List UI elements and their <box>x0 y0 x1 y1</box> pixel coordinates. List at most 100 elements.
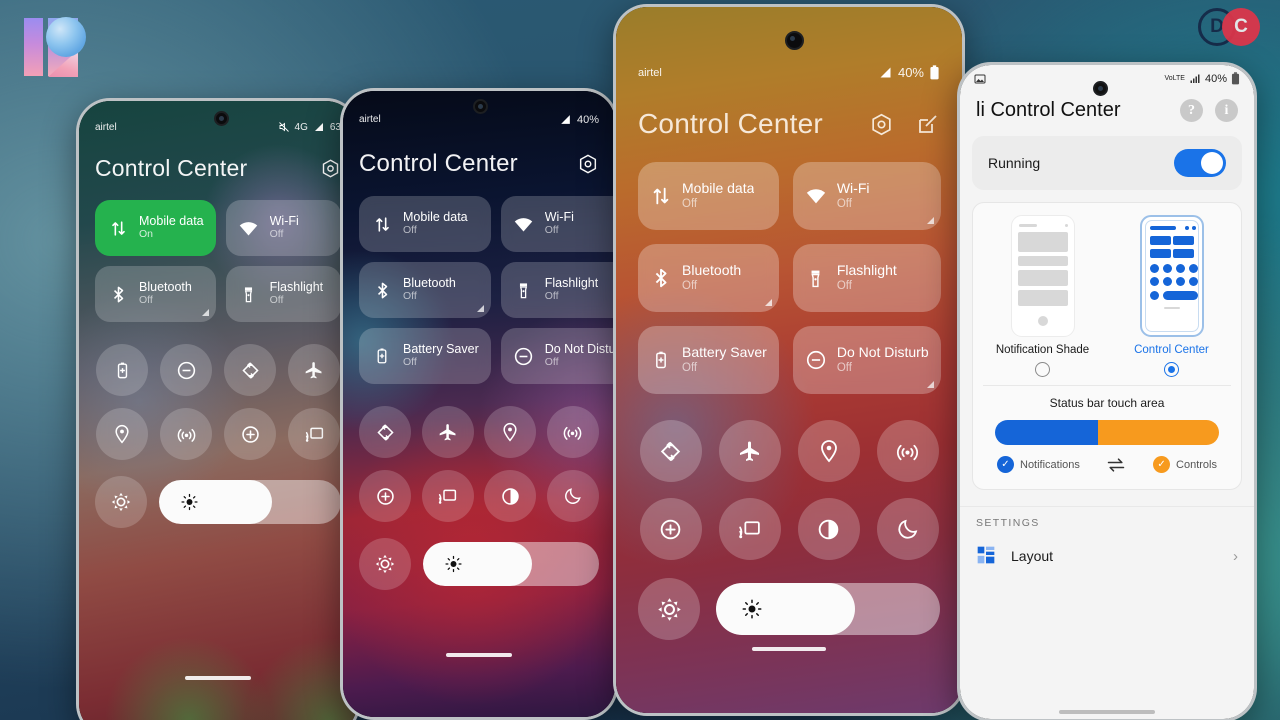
tile-flashlight[interactable]: Flashlight Off <box>225 266 341 322</box>
notifications-portion[interactable] <box>995 420 1099 445</box>
quick-tiles-grid: Mobile data On Wi-Fi Off Bluetooth Off F… <box>95 200 341 322</box>
circle-auto-rotate[interactable] <box>359 406 412 458</box>
tile-bluetooth[interactable]: Bluetooth Off <box>638 244 779 312</box>
tile-do-not-disturb[interactable]: Do Not Disturb Off <box>500 328 615 384</box>
circle-auto-rotate[interactable] <box>224 344 276 396</box>
brightness-slider[interactable] <box>716 583 940 635</box>
camera-punchhole <box>785 31 804 50</box>
circle-night-mode[interactable] <box>546 470 599 522</box>
brightness-fill <box>159 480 272 524</box>
tile-expand-corner[interactable] <box>201 309 209 316</box>
tile-wifi[interactable]: Wi-Fi Off <box>500 196 615 252</box>
settings-row-layout[interactable]: Layout › <box>960 535 1254 577</box>
mode-radio-control-center[interactable] <box>1164 362 1179 377</box>
carrier-label: airtel <box>359 114 381 125</box>
legend-label: Controls <box>1176 458 1217 471</box>
mode-grid: Notification Shade Control Center <box>983 215 1231 377</box>
phone-dark-screen: airtel 40% Control Center Mobile data Of… <box>343 91 615 717</box>
status-right: 40% <box>878 65 940 80</box>
mode-radio-notification-shade[interactable] <box>1035 362 1050 377</box>
mode-notification-shade[interactable]: Notification Shade <box>983 215 1102 377</box>
circle-screen-record[interactable] <box>359 470 412 522</box>
tile-state: Off <box>403 290 417 303</box>
circle-toggles-row-1 <box>359 406 599 458</box>
tile-mobile-data[interactable]: Mobile data Off <box>359 196 491 252</box>
touch-area-bar[interactable] <box>995 420 1219 445</box>
tile-flashlight[interactable]: Flashlight Off <box>500 262 615 318</box>
circle-toggles-row-2 <box>95 408 341 460</box>
circle-auto-rotate[interactable] <box>639 420 702 482</box>
circle-airplane[interactable] <box>718 420 781 482</box>
tile-label: Mobile data <box>139 213 204 228</box>
header-icons <box>320 158 341 179</box>
tile-battery-saver[interactable]: Battery Saver Off <box>638 326 779 394</box>
brightness-icon <box>742 599 762 619</box>
tile-mobile-data[interactable]: Mobile data On <box>95 200 216 256</box>
circle-battery-saver[interactable] <box>96 344 148 396</box>
control-center-dark: airtel 40% Control Center Mobile data Of… <box>343 91 615 717</box>
tile-flashlight[interactable]: Flashlight Off <box>792 244 941 312</box>
edit-icon[interactable] <box>916 112 940 136</box>
status-bar-touch-area-section: Status bar touch area ✓ Notifications ✓ … <box>983 385 1231 485</box>
header-icons <box>577 153 599 175</box>
circle-cast[interactable] <box>718 498 781 560</box>
brightness-settings-button[interactable] <box>95 476 147 528</box>
circle-location[interactable] <box>797 420 860 482</box>
control-center-header: Control Center <box>95 155 341 182</box>
control-center-header: Control Center <box>638 108 940 140</box>
tile-expand-corner[interactable] <box>926 217 934 224</box>
tile-wifi[interactable]: Wi-Fi Off <box>225 200 341 256</box>
circle-screen-record[interactable] <box>224 408 276 460</box>
circle-hotspot[interactable] <box>876 420 939 482</box>
brightness-slider[interactable] <box>423 542 599 586</box>
tile-expand-corner[interactable] <box>764 299 772 306</box>
circle-location[interactable] <box>96 408 148 460</box>
circle-do-not-disturb[interactable] <box>160 344 212 396</box>
settings-hex-icon[interactable] <box>577 153 599 175</box>
tile-label: Do Not Disturb <box>836 344 929 361</box>
settings-hex-icon[interactable] <box>320 158 341 179</box>
circle-hotspot[interactable] <box>546 406 599 458</box>
mode-control-center[interactable]: Control Center <box>1112 215 1231 377</box>
controls-portion[interactable] <box>1098 420 1219 445</box>
brightness-settings-button[interactable] <box>359 538 411 590</box>
tile-mobile-data[interactable]: Mobile data Off <box>638 162 779 230</box>
swap-icon[interactable] <box>1106 457 1126 472</box>
tile-wifi[interactable]: Wi-Fi Off <box>792 162 941 230</box>
tile-state: Off <box>544 356 559 369</box>
tile-text: Mobile data Off <box>403 210 468 238</box>
tile-battery-saver[interactable]: Battery Saver Off <box>359 328 491 384</box>
tile-text: Wi-Fi Off <box>837 180 870 211</box>
circle-cast[interactable] <box>288 408 340 460</box>
running-toggle[interactable] <box>1174 149 1226 177</box>
tile-bluetooth[interactable]: Bluetooth Off <box>95 266 216 322</box>
wifi-icon <box>805 184 827 208</box>
tile-expand-corner[interactable] <box>476 305 484 312</box>
brightness-row <box>638 578 940 640</box>
circle-hotspot[interactable] <box>160 408 212 460</box>
tile-do-not-disturb[interactable]: Do Not Disturb Off <box>792 326 941 394</box>
info-icon[interactable]: i <box>1215 99 1238 122</box>
tile-text: Bluetooth Off <box>139 280 192 308</box>
brightness-slider[interactable] <box>159 480 341 524</box>
legend-controls: ✓ Controls <box>1153 456 1217 473</box>
circle-dark-contrast[interactable] <box>797 498 860 560</box>
brightness-settings-button[interactable] <box>638 578 700 640</box>
tile-state: On <box>139 228 154 241</box>
circle-screen-record[interactable] <box>639 498 702 560</box>
tile-expand-corner[interactable] <box>926 381 934 388</box>
help-icon[interactable]: ? <box>1180 99 1203 122</box>
circle-dark-contrast[interactable] <box>484 470 537 522</box>
tile-state: Off <box>544 224 559 237</box>
control-center-left: airtel 4G 63 Control Center Mobile data … <box>79 101 357 720</box>
circle-location[interactable] <box>484 406 537 458</box>
circle-airplane[interactable] <box>421 406 474 458</box>
tile-state: Off <box>269 228 284 241</box>
settings-hex-icon[interactable] <box>869 112 894 137</box>
circle-night-mode[interactable] <box>876 498 939 560</box>
circle-cast[interactable] <box>421 470 474 522</box>
flashlight-icon <box>238 286 260 303</box>
tile-label: Battery Saver <box>403 341 479 356</box>
circle-airplane[interactable] <box>288 344 340 396</box>
tile-bluetooth[interactable]: Bluetooth Off <box>359 262 491 318</box>
